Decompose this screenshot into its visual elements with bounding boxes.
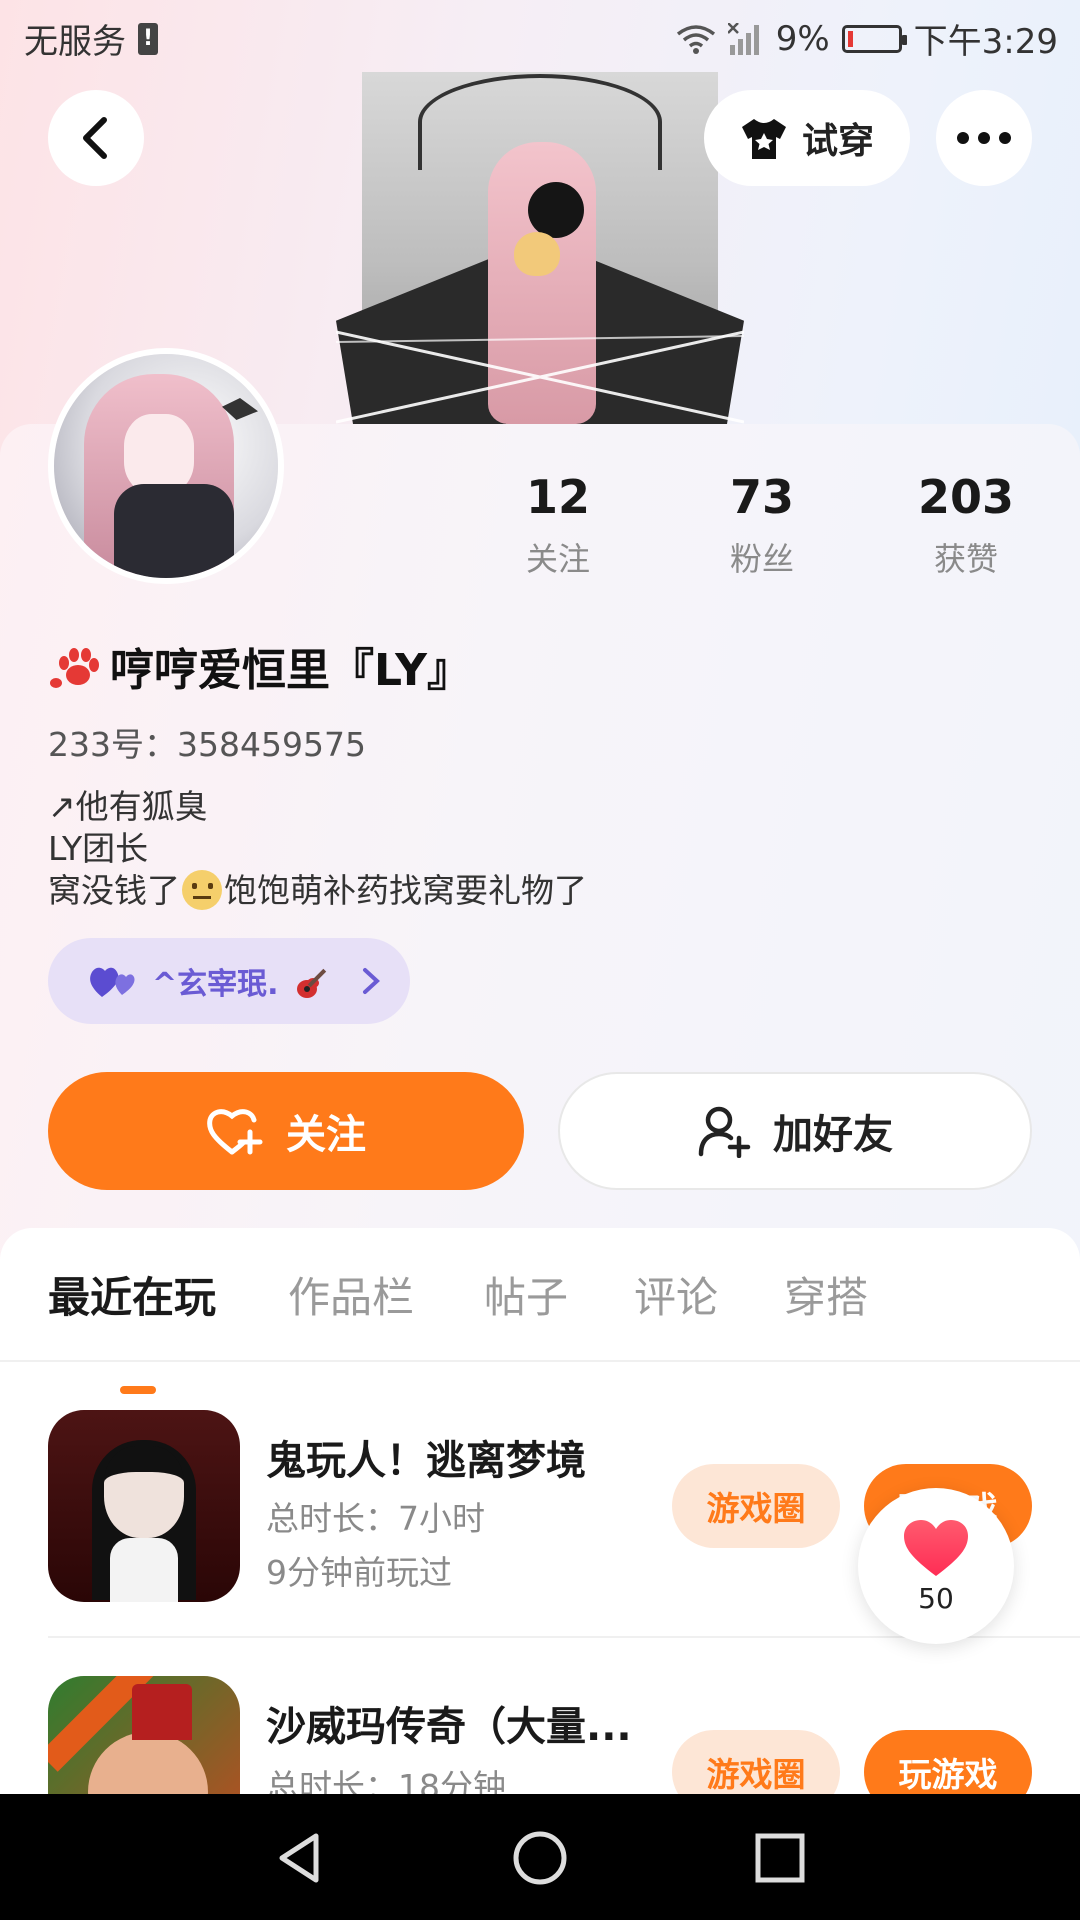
game-icon-body (110, 1538, 178, 1602)
likes-count: 203 (917, 470, 1015, 524)
bio-line3-start: 窝没钱了 (48, 871, 180, 910)
follow-label: 关注 (286, 1112, 366, 1158)
tab-active-indicator (120, 1386, 156, 1394)
double-heart-icon (90, 967, 135, 997)
more-button[interactable] (936, 90, 1032, 186)
game-title: 沙威玛传奇（大量... (266, 1704, 632, 1750)
game-last-played: 9分钟前玩过 (266, 1553, 452, 1592)
following-count: 12 (525, 470, 590, 524)
system-nav-bar (0, 1794, 1080, 1920)
tab-divider (0, 1360, 1080, 1362)
back-arrow-icon (83, 117, 107, 159)
chevron-right-icon (362, 968, 380, 994)
cover-flower (528, 182, 584, 238)
signal-icon (727, 22, 759, 55)
bio-line: LY团长 (48, 829, 149, 868)
profile-screen: 无服务 9% 下午3:29 (0, 0, 1080, 1920)
guitar-icon (296, 968, 326, 998)
follow-button[interactable]: 关注 (48, 1072, 524, 1190)
back-button[interactable] (48, 90, 144, 186)
game-icon-hat (132, 1684, 192, 1740)
stat-likes[interactable]: 203 获赞 (886, 470, 1046, 580)
cover-umbrella (418, 74, 662, 170)
add-friend-label: 加好友 (773, 1112, 893, 1158)
stat-fans[interactable]: 73 粉丝 (682, 470, 842, 580)
fans-count: 73 (729, 470, 794, 524)
more-dots-icon (957, 132, 1011, 144)
nav-home-icon[interactable] (510, 1828, 570, 1888)
game-title: 鬼玩人！逃离梦境 (266, 1438, 586, 1484)
carrier-text: 无服务 (24, 22, 126, 62)
clock-text: 下午3:29 (913, 22, 1058, 62)
nav-back-icon[interactable] (270, 1828, 330, 1888)
avatar-body (114, 484, 234, 578)
nickname-text: 哼哼爱恒里『LY』 (110, 645, 472, 696)
game-icon-face (104, 1446, 184, 1538)
wifi-icon (676, 24, 715, 54)
game-icon (48, 1410, 240, 1602)
status-left: 无服务 (24, 14, 158, 63)
nav-recents-icon[interactable] (750, 1828, 810, 1888)
neutral-face-emoji-icon (182, 870, 222, 910)
game-circle-button[interactable]: 游戏圈 (672, 1464, 840, 1548)
battery-icon (841, 24, 907, 53)
bio-line: ↗他有狐臭 (48, 787, 208, 826)
tab-comments[interactable]: 评论 (634, 1264, 718, 1325)
stat-following[interactable]: 12 关注 (478, 470, 638, 580)
battery-percent: 9% (775, 18, 830, 59)
sim-alert-icon (138, 22, 158, 55)
likes-label: 获赞 (933, 540, 998, 578)
paw-icon (50, 648, 99, 688)
try-on-button[interactable]: 试穿 (704, 90, 910, 186)
try-on-label: 试穿 (801, 121, 874, 162)
tab-outfits[interactable]: 穿搭 (784, 1264, 868, 1325)
avatar[interactable] (48, 348, 284, 584)
bio: ↗他有狐臭 LY团长 窝没钱了 饱饱萌补药找窝要礼物了 (48, 786, 587, 912)
heart-icon (904, 1519, 968, 1576)
user-id: 233号：358459575 (48, 725, 366, 764)
like-float-button[interactable]: 50 (858, 1488, 1014, 1644)
status-bar: 无服务 9% 下午3:29 (0, 0, 1080, 76)
profile-cover-image (336, 72, 744, 424)
tab-posts[interactable]: 帖子 (484, 1264, 568, 1325)
tab-recent-play[interactable]: 最近在玩 (48, 1264, 216, 1325)
cover-cat-mask (514, 232, 560, 276)
heart-plus-icon (207, 1109, 263, 1155)
cover-lines (336, 330, 744, 424)
fans-label: 粉丝 (729, 540, 794, 578)
add-friend-button[interactable]: 加好友 (558, 1072, 1032, 1190)
cp-tag-name: ^玄宰珉. (152, 967, 279, 1002)
bio-line: 窝没钱了 饱饱萌补药找窝要礼物了 (48, 870, 587, 912)
cp-tag[interactable]: ^玄宰珉. (48, 938, 410, 1024)
tab-works[interactable]: 作品栏 (288, 1264, 414, 1325)
following-label: 关注 (525, 540, 590, 578)
profile-tabs: 最近在玩 作品栏 帖子 评论 穿搭 (0, 1264, 1080, 1394)
like-count: 50 (918, 1581, 954, 1615)
bio-line3-end: 饱饱萌补药找窝要礼物了 (224, 871, 587, 910)
add-user-icon (698, 1106, 751, 1158)
tshirt-icon (741, 119, 786, 159)
game-duration: 总时长：7小时 (266, 1499, 485, 1538)
status-right: 9% 下午3:29 (676, 14, 1058, 63)
nickname: 哼哼爱恒里『LY』 (48, 634, 471, 698)
avatar-face (124, 414, 194, 494)
